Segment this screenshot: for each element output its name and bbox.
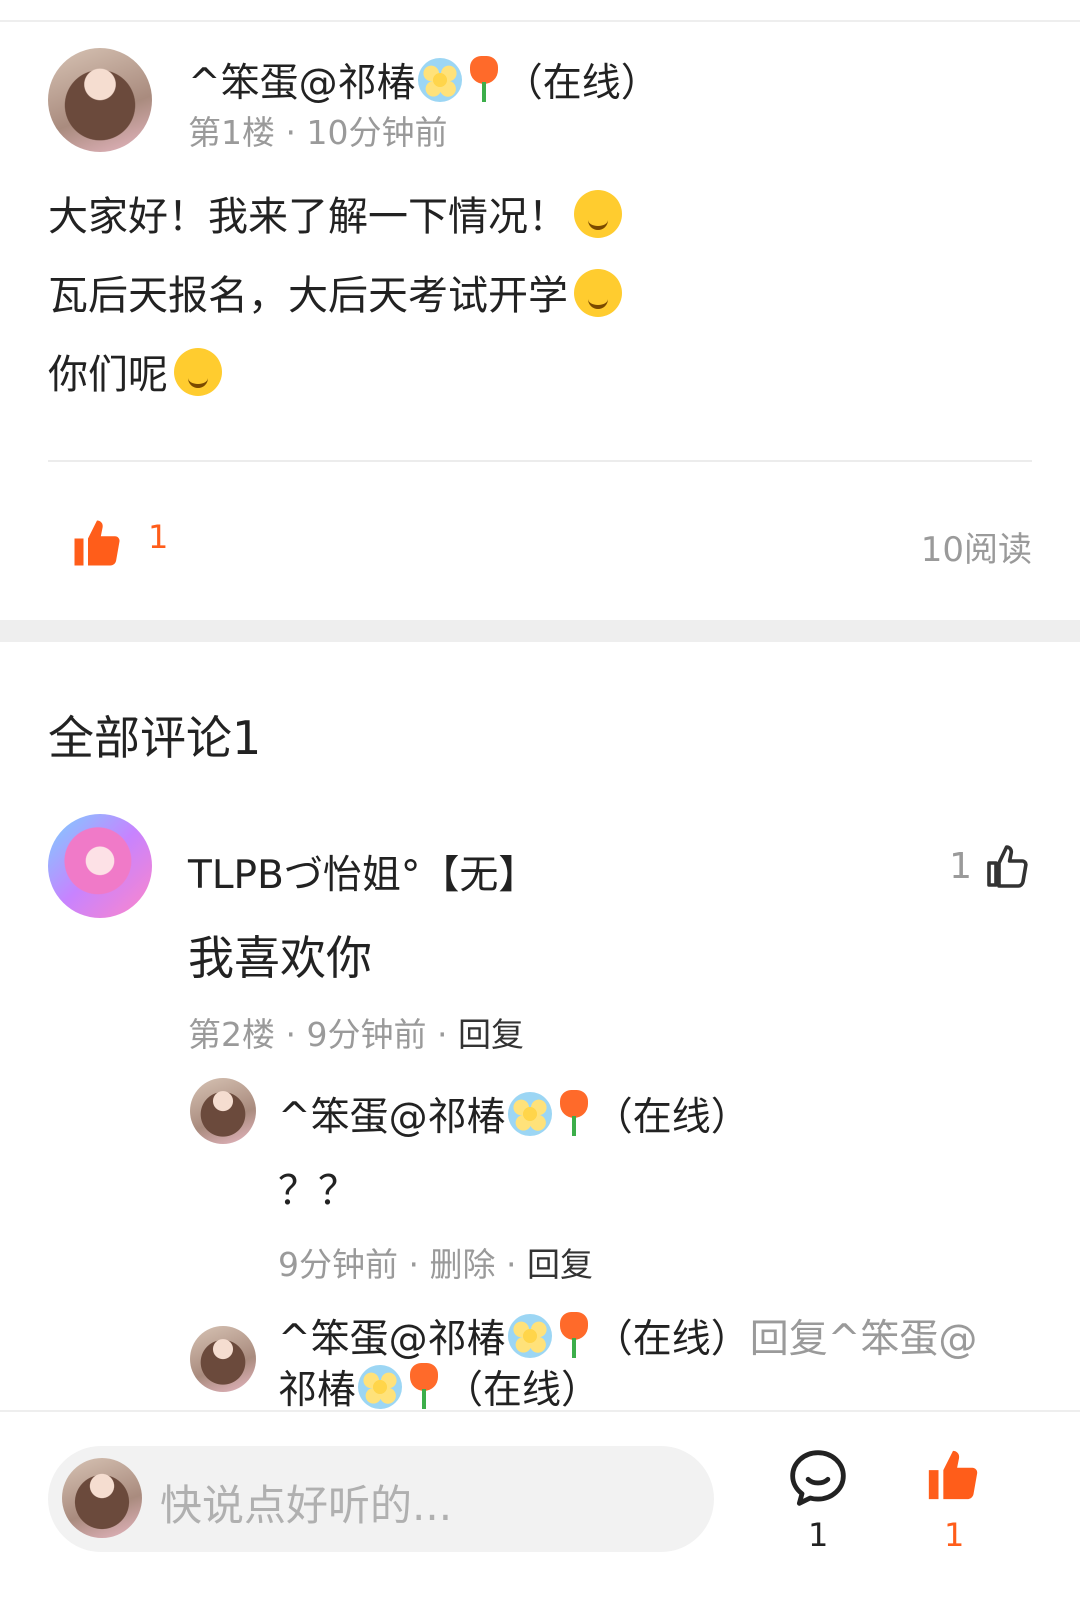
thumbs-up-icon[interactable] [70,516,124,570]
reply-button[interactable]: 回复 [458,1015,524,1054]
reply-avatar[interactable] [190,1078,256,1144]
separator-dot: · [285,113,307,152]
author-status: （在线） [503,61,660,106]
separator-dot: · [505,1245,527,1284]
post-line-text: 瓦后天报名，大后天考试开学 [48,273,568,319]
author-line[interactable]: ^笨蛋@祁椿 （在线） [188,52,660,108]
reply-meta: 9分钟前 · 删除 · 回复 [278,1238,593,1286]
tulip-icon [556,1090,592,1136]
flower-icon [417,58,462,102]
post-like-count: 1 [148,518,169,556]
comment-meta: 第2楼 · 9分钟前 · 回复 [188,1008,524,1056]
separator-dot: · [436,1015,458,1054]
smile-emoji-icon [574,269,622,317]
author-name: ^笨蛋@祁椿 [188,61,416,106]
reply-meta-row: 9分钟前 · 删除 · 回复 [190,1238,1032,1286]
floor-label: 第2楼 [188,1015,275,1054]
tulip-icon [406,1363,442,1409]
flower-icon [358,1365,403,1409]
delete-button[interactable]: 删除 [429,1245,495,1284]
bottom-bar: 快说点好听的... 1 1 [0,1410,1080,1603]
reply-author: ^笨蛋@祁椿 [278,1317,506,1362]
section-separator [0,620,1080,642]
reply-to-name: 祁椿 [278,1368,357,1413]
separator-dot: · [408,1245,430,1284]
top-border [0,0,1080,22]
tulip-icon [466,56,502,102]
flower-icon [507,1314,552,1358]
comment-input[interactable]: 快说点好听的... [48,1446,714,1552]
reply-to-status: （在线） [444,1368,601,1413]
reply-author: ^笨蛋@祁椿 [278,1095,506,1140]
post-line-text: 大家好！我来了解一下情况！ [48,194,568,240]
reply-button[interactable]: 回复 [527,1245,593,1284]
author-avatar[interactable] [48,48,152,152]
comment-like[interactable]: 1 [912,840,1032,892]
thumbs-up-icon[interactable] [924,1446,982,1504]
commenter-avatar[interactable] [48,814,152,918]
post-header: ^笨蛋@祁椿 （在线） 第1楼 · 10分钟前 [48,48,1032,152]
comment-input-placeholder: 快说点好听的... [160,1481,453,1530]
post-like-row: 1 10阅读 [48,510,1032,576]
reply-to-label: 回复^笨蛋@ [749,1317,978,1362]
post-line: 瓦后天报名，大后天考试开学 [48,257,1032,336]
like-count: 1 [944,1516,965,1554]
post-line: 你们呢 [48,336,1032,415]
commenter-name[interactable]: TLPBづ怡姐°【无】 [188,844,537,900]
read-count: 10阅读 [920,530,1032,570]
comment-count: 1 [808,1516,829,1554]
reply-author-status: （在线） [593,1317,750,1362]
post-line: 大家好！我来了解一下情况！ [48,178,1032,257]
separator-dot: · [285,1015,307,1054]
reply-author-line[interactable]: ^笨蛋@祁椿 （在线）回复^笨蛋@ 祁椿 （在线） [278,1312,1018,1414]
divider [48,460,1032,462]
my-avatar [62,1458,142,1538]
tulip-icon [556,1312,592,1358]
floor-label: 第1楼 [188,113,275,152]
reply-author-status: （在线） [593,1095,750,1140]
reply-text: ？？ [278,1168,358,1214]
comments-title: 全部评论1 [48,711,262,765]
reply-time: 9分钟前 [278,1245,398,1284]
comment-text: 我喜欢你 [188,931,372,985]
thumbs-up-outline-icon[interactable] [984,842,1032,890]
comment-like-count: 1 [949,846,972,887]
reply-avatar[interactable] [190,1326,256,1392]
reply-item: ^笨蛋@祁椿 （在线） ？？ [190,1078,1032,1228]
comment-time: 9分钟前 [306,1015,427,1054]
surprised-emoji-icon [574,190,622,238]
flower-icon [507,1092,552,1136]
post-time: 10分钟前 [306,113,448,152]
post-line-text: 你们呢 [48,352,168,398]
wink-emoji-icon [174,348,222,396]
post-body: 大家好！我来了解一下情况！ 瓦后天报名，大后天考试开学 你们呢 [48,178,1032,415]
reply-author-line[interactable]: ^笨蛋@祁椿 （在线） [278,1086,750,1142]
reply-item: ^笨蛋@祁椿 （在线）回复^笨蛋@ 祁椿 （在线） [190,1312,1032,1413]
comment-bubble-icon[interactable] [786,1446,850,1510]
post-meta: 第1楼 · 10分钟前 [188,106,447,154]
